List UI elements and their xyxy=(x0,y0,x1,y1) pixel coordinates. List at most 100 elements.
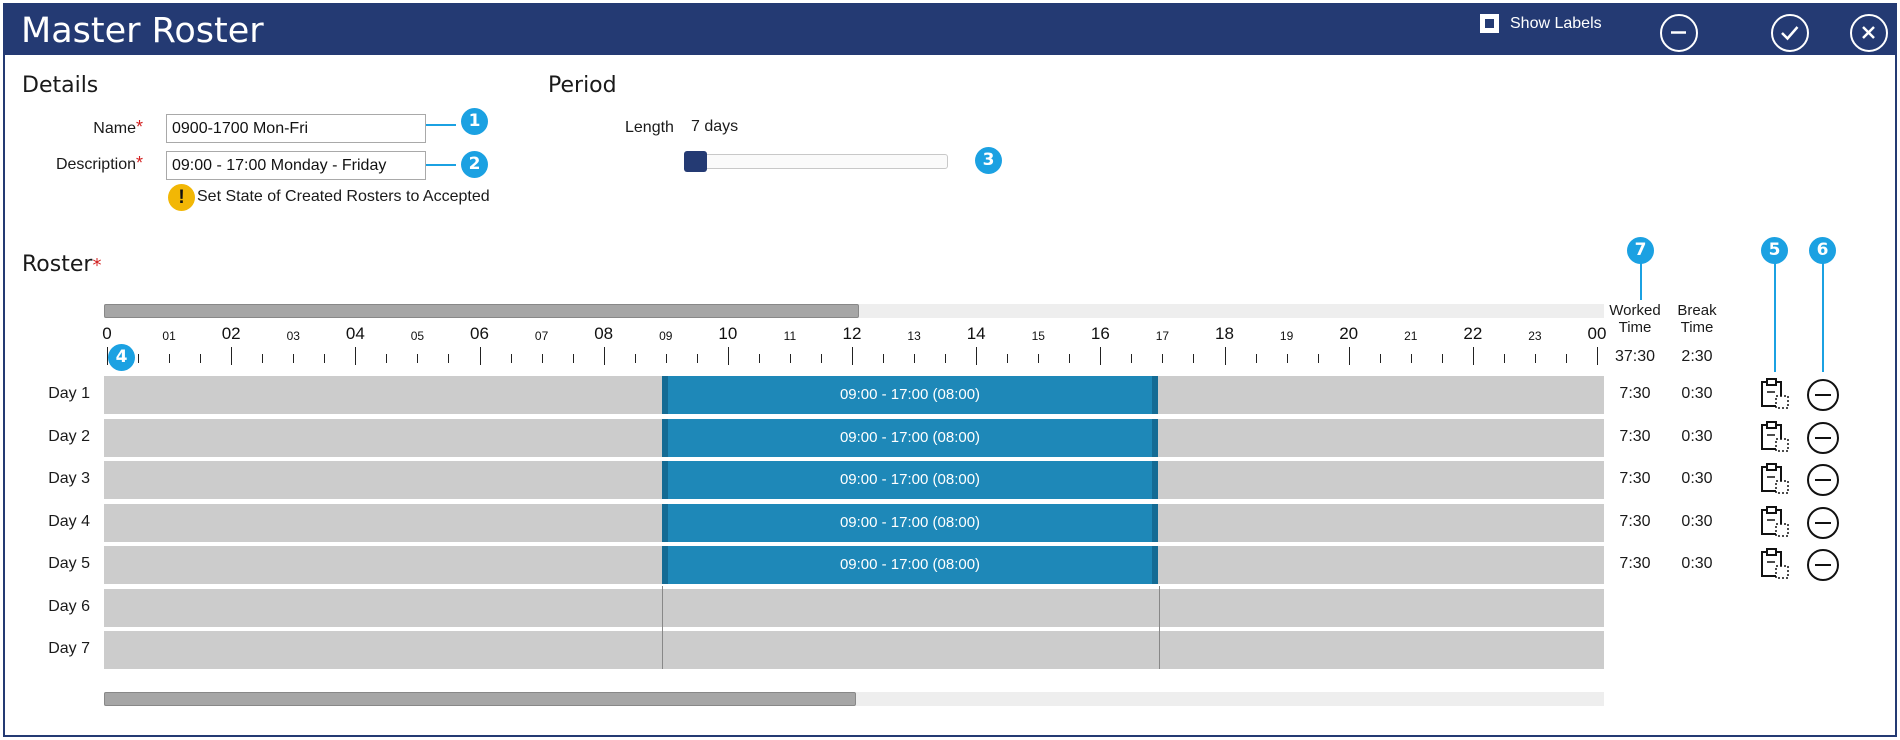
close-circle-icon[interactable] xyxy=(1850,14,1888,52)
hour-label: 04 xyxy=(345,324,365,343)
hour-label: 14 xyxy=(966,324,986,343)
description-field[interactable] xyxy=(166,151,426,180)
callout-5-line xyxy=(1774,262,1776,372)
day-label: Day 6 xyxy=(48,597,90,615)
bottom-scrollbar-thumb[interactable] xyxy=(104,692,856,706)
description-label-text: Description xyxy=(55,156,136,173)
show-labels-toggle[interactable]: Show Labels xyxy=(1480,14,1602,33)
clipboard-paste-icon[interactable] xyxy=(1758,505,1792,539)
worked-time-cell: 7:30 xyxy=(1619,470,1651,487)
top-scrollbar-thumb[interactable] xyxy=(104,304,859,318)
shift-block[interactable]: 09:00 - 17:00 (08:00) xyxy=(662,376,1158,414)
ruler-tick xyxy=(1100,347,1102,365)
ruler-tick xyxy=(696,354,698,363)
ruler-tick xyxy=(1131,354,1133,363)
length-value: 7 days xyxy=(691,118,739,135)
remove-circle-icon[interactable] xyxy=(1807,379,1839,411)
name-field[interactable] xyxy=(166,114,426,143)
ruler-tick xyxy=(231,347,233,365)
window-title: Master Roster xyxy=(21,11,264,51)
total-break-time: 2:30 xyxy=(1681,348,1713,365)
shift-block[interactable]: 09:00 - 17:00 (08:00) xyxy=(662,546,1158,584)
hour-label: 02 xyxy=(221,324,241,343)
hour-label: 03 xyxy=(286,329,300,343)
ruler-tick xyxy=(820,354,822,363)
remove-circle-icon[interactable] xyxy=(1807,421,1839,454)
break-time-header: Break Time xyxy=(1677,302,1717,336)
required-marker: * xyxy=(92,255,102,276)
ruler-tick xyxy=(665,354,667,363)
clipboard-paste-icon[interactable] xyxy=(1758,462,1792,496)
ruler-tick xyxy=(914,354,916,363)
ruler-tick xyxy=(448,354,450,363)
break-time-cell: 0:30 xyxy=(1681,555,1713,572)
shift-block[interactable]: 09:00 - 17:00 (08:00) xyxy=(662,503,1158,542)
period-length-slider[interactable] xyxy=(686,154,948,169)
ruler-tick xyxy=(541,354,543,363)
hour-label: 01 xyxy=(162,329,176,343)
roster-heading: Roster* xyxy=(22,252,101,277)
worked-time-cell: 7:30 xyxy=(1619,512,1651,530)
hour-label: 09 xyxy=(659,329,673,343)
callout-6-line xyxy=(1822,262,1824,372)
day-label: Day 3 xyxy=(48,470,90,487)
callout-6: 6 xyxy=(1809,237,1836,264)
day-row[interactable]: 09:00 - 17:00 (08:00) xyxy=(104,503,1604,542)
ruler-tick xyxy=(200,354,202,363)
slider-thumb[interactable] xyxy=(684,151,707,172)
hour-label: 10 xyxy=(718,324,738,343)
details-heading: Details xyxy=(22,73,99,98)
ruler-tick xyxy=(510,354,512,363)
hour-label: 08 xyxy=(594,324,614,343)
shift-block[interactable]: 09:00 - 17:00 (08:00) xyxy=(662,461,1158,499)
day-row[interactable]: 09:00 - 17:00 (08:00) xyxy=(104,418,1604,457)
hour-label: 15 xyxy=(1031,329,1045,343)
worked-time-cell: 7:30 xyxy=(1619,555,1651,572)
show-labels-checkbox[interactable] xyxy=(1480,14,1499,33)
ruler-tick xyxy=(852,347,853,365)
ruler-tick xyxy=(479,347,481,365)
ruler-tick xyxy=(945,354,947,363)
ruler-tick xyxy=(758,354,760,363)
length-label: Length xyxy=(625,119,674,136)
day-row[interactable]: 09:00 - 17:00 (08:00) xyxy=(104,461,1604,499)
state-accepted-option[interactable]: Set State of Created Rosters to Accepted xyxy=(197,188,490,206)
ruler-tick xyxy=(1472,347,1474,365)
day-row[interactable] xyxy=(104,588,1604,627)
ruler-tick xyxy=(1069,354,1071,363)
callout-7: 7 xyxy=(1627,237,1654,264)
clipboard-paste-icon[interactable] xyxy=(1758,547,1792,581)
required-marker: * xyxy=(135,117,143,137)
ruler-tick xyxy=(1597,347,1598,365)
ruler-tick xyxy=(169,354,171,363)
day-label: Day 1 xyxy=(48,385,90,402)
minus-circle-icon[interactable] xyxy=(1660,14,1698,52)
hour-label: 16 xyxy=(1090,324,1110,343)
clipboard-paste-icon[interactable] xyxy=(1758,420,1792,454)
remove-circle-icon[interactable] xyxy=(1807,549,1839,581)
remove-circle-icon[interactable] xyxy=(1807,464,1839,496)
remove-circle-icon[interactable] xyxy=(1807,506,1839,539)
worked-time-cell: 7:30 xyxy=(1619,427,1651,445)
shift-block[interactable]: 09:00 - 17:00 (08:00) xyxy=(662,418,1158,457)
period-heading: Period xyxy=(548,73,617,98)
ruler-tick xyxy=(603,347,605,365)
break-time-cell: 0:30 xyxy=(1681,512,1713,530)
ruler-tick xyxy=(1007,354,1009,363)
day-row[interactable]: 09:00 - 17:00 (08:00) xyxy=(104,376,1604,414)
check-circle-icon[interactable] xyxy=(1771,14,1809,52)
show-labels-label: Show Labels xyxy=(1510,14,1602,32)
ruler-tick xyxy=(572,354,574,363)
break-time-cell: 0:30 xyxy=(1681,427,1713,445)
ruler-tick xyxy=(1286,354,1288,363)
day-label: Day 4 xyxy=(48,512,90,530)
ruler-tick xyxy=(1348,347,1350,365)
clipboard-paste-icon[interactable] xyxy=(1758,377,1792,411)
ruler-tick xyxy=(1193,354,1195,363)
hour-label: 12 xyxy=(842,324,862,343)
day-row[interactable]: 09:00 - 17:00 (08:00) xyxy=(104,546,1604,584)
ruler-tick xyxy=(417,354,419,363)
day-row[interactable] xyxy=(104,631,1604,669)
worked-time-cell: 7:30 xyxy=(1619,385,1651,402)
ruler-tick xyxy=(1162,354,1164,363)
